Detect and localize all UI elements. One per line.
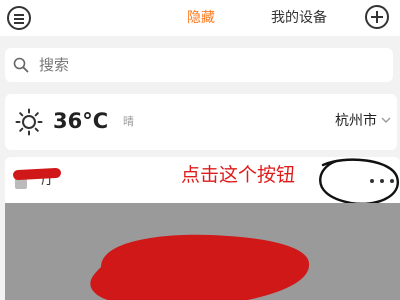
room-card: 厅 点击这个按钮 [5,157,400,300]
redaction-mark [90,234,310,300]
search-input[interactable]: 搜索 [39,56,69,74]
more-dots-icon[interactable] [367,171,397,189]
tab-my-devices[interactable]: 我的设备 [271,9,327,27]
search-bar[interactable]: 搜索 [5,48,393,82]
tab-hidden[interactable]: 隐藏 [187,9,215,27]
temperature: 36°C [53,109,109,133]
annotation-text: 点击这个按钮 [181,164,296,186]
chevron-down-icon[interactable] [381,116,391,124]
sun-icon [15,108,43,136]
weather-card: 36°C 晴 杭州市 [5,94,397,150]
menu-icon[interactable] [7,6,31,30]
top-bar: 隐藏 我的设备 [0,0,400,36]
search-icon [13,57,29,73]
weather-condition: 晴 [123,115,134,128]
plus-circle-icon[interactable] [365,5,389,29]
room-preview [5,203,400,300]
city-selector[interactable]: 杭州市 [335,112,377,130]
